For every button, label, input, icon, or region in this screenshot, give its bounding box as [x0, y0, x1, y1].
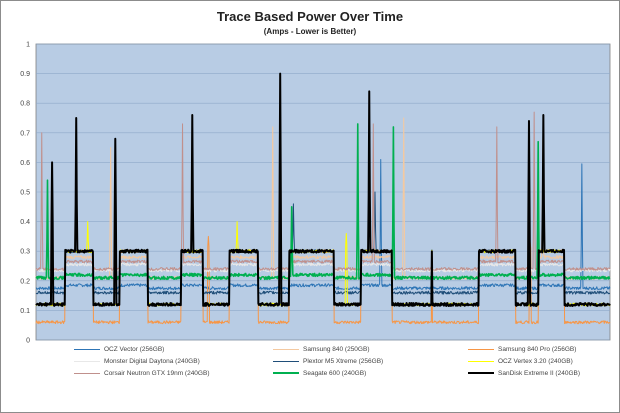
legend-label: Corsair Neutron GTX 19nm (240GB): [104, 370, 210, 377]
y-tick-label: 0.1: [20, 308, 30, 315]
legend-swatch: [74, 360, 100, 362]
legend-item: OCZ Vector (256GB): [74, 346, 164, 353]
y-tick-label: 0.7: [20, 130, 30, 137]
legend-label: Plextor M5 Xtreme (256GB): [303, 358, 384, 365]
y-tick-label: 0: [26, 338, 30, 345]
legend-label: Seagate 600 (240GB): [303, 370, 367, 377]
legend-swatch: [273, 360, 299, 362]
legend-item: Samsung 840 (250GB): [273, 346, 369, 353]
legend-item: Monster Digital Daytona (240GB): [74, 358, 200, 365]
y-tick-label: 0.8: [20, 101, 30, 108]
legend-label: Samsung 840 (250GB): [303, 346, 370, 353]
legend-label: SanDisk Extreme II (240GB): [498, 370, 580, 377]
legend-swatch: [273, 372, 299, 375]
legend-label: OCZ Vector (256GB): [104, 346, 165, 353]
legend-item: Corsair Neutron GTX 19nm (240GB): [74, 370, 209, 377]
y-tick-label: 0.6: [20, 160, 30, 167]
y-tick-label: 1: [26, 42, 30, 49]
legend-swatch: [74, 372, 100, 374]
legend-swatch: [468, 348, 494, 350]
legend-swatch: [74, 348, 100, 350]
legend-label: OCZ Vertex 3.20 (240GB): [498, 358, 573, 365]
y-tick-label: 0.4: [20, 219, 30, 226]
legend-swatch: [468, 372, 494, 375]
legend-item: Plextor M5 Xtreme (256GB): [273, 358, 383, 365]
legend-item: Samsung 840 Pro (256GB): [468, 346, 576, 353]
y-tick-label: 0.9: [20, 71, 30, 78]
legend-item: OCZ Vertex 3.20 (240GB): [468, 358, 573, 365]
y-tick-label: 0.3: [20, 249, 30, 256]
legend-swatch: [468, 360, 494, 362]
legend-item: SanDisk Extreme II (240GB): [468, 370, 580, 377]
legend-swatch: [273, 348, 299, 350]
legend-label: Monster Digital Daytona (240GB): [104, 358, 200, 365]
y-tick-label: 0.2: [20, 278, 30, 285]
y-tick-label: 0.5: [20, 190, 30, 197]
legend-item: Seagate 600 (240GB): [273, 370, 366, 377]
legend-label: Samsung 840 Pro (256GB): [498, 346, 577, 353]
